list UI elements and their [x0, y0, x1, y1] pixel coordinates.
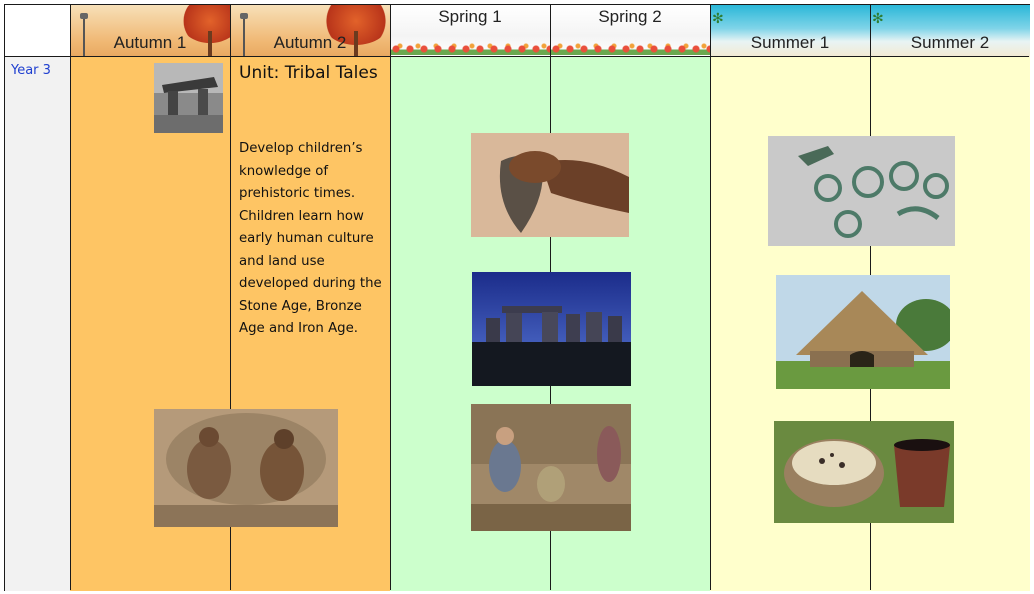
curriculum-table: Autumn 1 Autumn 2 Spring 1 Spring 2 ✻ Su…	[4, 4, 1030, 591]
food-bowls-image	[774, 421, 954, 523]
cave-people-image	[154, 409, 338, 527]
stonehenge-image	[472, 272, 631, 386]
year-label: Year 3	[11, 63, 51, 78]
header-summer-1: ✻ Summer 1	[710, 5, 870, 57]
header-spring-2: Spring 2	[550, 5, 710, 57]
unit-description: Develop children’s knowledge of prehisto…	[239, 141, 382, 336]
corner-cell	[5, 5, 70, 57]
header-label: Autumn 1	[113, 33, 187, 52]
year-column	[5, 57, 70, 591]
palm-tree-icon: ✻	[872, 11, 884, 27]
hand-axe-image	[471, 133, 629, 237]
header-label: Spring 2	[598, 7, 662, 26]
flower-border-icon	[550, 41, 710, 55]
bronze-artifacts-image	[768, 136, 955, 246]
flower-border-icon	[390, 41, 550, 55]
header-label: Spring 1	[438, 7, 502, 26]
header-label: Autumn 2	[273, 33, 347, 52]
dolmen-image	[154, 63, 223, 133]
header-autumn-2: Autumn 2	[230, 5, 390, 57]
header-label: Summer 2	[910, 33, 990, 52]
header-label: Summer 1	[750, 33, 830, 52]
header-autumn-1: Autumn 1	[70, 5, 230, 57]
header-spring-1: Spring 1	[390, 5, 550, 57]
palm-tree-icon: ✻	[712, 11, 724, 27]
unit-title: Unit: Tribal Tales	[239, 63, 378, 83]
roundhouse-image	[776, 275, 950, 389]
bronze-age-workshop-image	[471, 404, 631, 531]
header-summer-2: ✻ Summer 2	[870, 5, 1030, 57]
